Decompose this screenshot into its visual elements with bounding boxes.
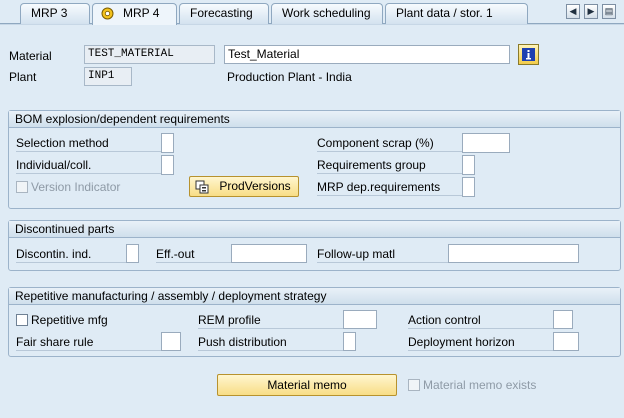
material-label: Material xyxy=(9,49,52,63)
repetitive-mfg-label: Repetitive mfg xyxy=(31,313,108,327)
tab-work-scheduling[interactable]: Work scheduling xyxy=(271,3,383,24)
material-description-field[interactable]: Test_Material xyxy=(224,45,510,64)
selection-method-field[interactable] xyxy=(161,133,174,153)
label-underline xyxy=(156,262,231,263)
tab-label: MRP 4 xyxy=(123,6,160,20)
tab-current-icon xyxy=(101,7,114,20)
label-underline xyxy=(317,262,448,263)
discontin-ind-label: Discontin. ind. xyxy=(16,247,92,261)
label-underline xyxy=(408,350,553,351)
label-underline xyxy=(317,195,462,196)
component-scrap-field[interactable] xyxy=(462,133,510,153)
tab-list-button[interactable]: ▤ xyxy=(602,4,616,19)
label-underline xyxy=(16,151,161,152)
repetitive-manufacturing-group-title: Repetitive manufacturing / assembly / de… xyxy=(9,288,620,305)
individual-coll-label: Individual/coll. xyxy=(16,158,92,172)
tab-label: MRP 3 xyxy=(31,6,68,20)
info-button[interactable] xyxy=(518,44,539,65)
chevron-right-icon: ▶ xyxy=(587,6,595,16)
material-memo-exists-label: Material memo exists xyxy=(423,378,537,392)
rem-profile-field[interactable] xyxy=(343,310,377,329)
follow-up-matl-field[interactable] xyxy=(448,244,579,263)
label-underline xyxy=(408,328,553,329)
label-underline xyxy=(317,173,462,174)
tab-forecasting[interactable]: Forecasting xyxy=(179,3,269,24)
tab-label: Plant data / stor. 1 xyxy=(396,6,493,20)
bom-explosion-group-title: BOM explosion/dependent requirements xyxy=(9,111,620,128)
version-indicator-checkbox[interactable] xyxy=(16,181,28,193)
versions-icon xyxy=(195,180,209,194)
tab-mrp3[interactable]: MRP 3 xyxy=(20,3,90,24)
push-distribution-field[interactable] xyxy=(343,332,356,351)
fair-share-rule-label: Fair share rule xyxy=(16,335,94,349)
label-underline xyxy=(317,151,462,152)
push-distribution-label: Push distribution xyxy=(198,335,287,349)
tab-label: Forecasting xyxy=(190,6,253,20)
chevron-left-icon: ◀ xyxy=(569,6,577,16)
material-number-field: TEST_MATERIAL xyxy=(84,45,215,64)
discontin-ind-field[interactable] xyxy=(126,244,139,263)
requirements-group-field[interactable] xyxy=(462,155,475,175)
label-underline xyxy=(16,262,126,263)
label-underline xyxy=(16,350,161,351)
tab-mrp4[interactable]: MRP 4 xyxy=(92,3,177,25)
label-underline xyxy=(198,328,343,329)
info-icon xyxy=(522,48,535,61)
repetitive-mfg-checkbox[interactable] xyxy=(16,314,28,326)
deployment-horizon-field[interactable] xyxy=(553,332,579,351)
tab-plant-data-stor[interactable]: Plant data / stor. 1 xyxy=(385,3,528,24)
material-memo-exists-checkbox xyxy=(408,379,420,391)
requirements-group-label: Requirements group xyxy=(317,158,426,172)
scroll-tabs-right-button[interactable]: ▶ xyxy=(584,4,598,19)
discontinued-parts-group-title: Discontinued parts xyxy=(9,221,620,238)
plant-label: Plant xyxy=(9,70,37,84)
fair-share-rule-field[interactable] xyxy=(161,332,181,351)
mrp-dep-requirements-field[interactable] xyxy=(462,177,475,197)
version-indicator-label: Version Indicator xyxy=(31,180,121,194)
list-icon: ▤ xyxy=(604,6,614,16)
deployment-horizon-label: Deployment horizon xyxy=(408,335,515,349)
individual-coll-field[interactable] xyxy=(161,155,174,175)
label-underline xyxy=(198,350,343,351)
eff-out-date-field[interactable] xyxy=(231,244,307,263)
plant-code-field: INP1 xyxy=(84,67,132,86)
action-control-label: Action control xyxy=(408,313,481,327)
follow-up-matl-label: Follow-up matl xyxy=(317,247,396,261)
material-memo-button[interactable]: Material memo xyxy=(217,374,397,396)
scroll-tabs-left-button[interactable]: ◀ xyxy=(566,4,580,19)
plant-description: Production Plant - India xyxy=(227,70,352,84)
action-control-field[interactable] xyxy=(553,310,573,329)
component-scrap-label: Component scrap (%) xyxy=(317,136,434,150)
tab-label: Work scheduling xyxy=(282,6,371,20)
selection-method-label: Selection method xyxy=(16,136,109,150)
mrp-dep-requirements-label: MRP dep.requirements xyxy=(317,180,441,194)
prodversions-button[interactable]: ProdVersions xyxy=(189,176,299,197)
eff-out-label: Eff.-out xyxy=(156,247,195,261)
rem-profile-label: REM profile xyxy=(198,313,261,327)
label-underline xyxy=(16,173,161,174)
prodversions-button-label: ProdVersions xyxy=(219,179,291,193)
